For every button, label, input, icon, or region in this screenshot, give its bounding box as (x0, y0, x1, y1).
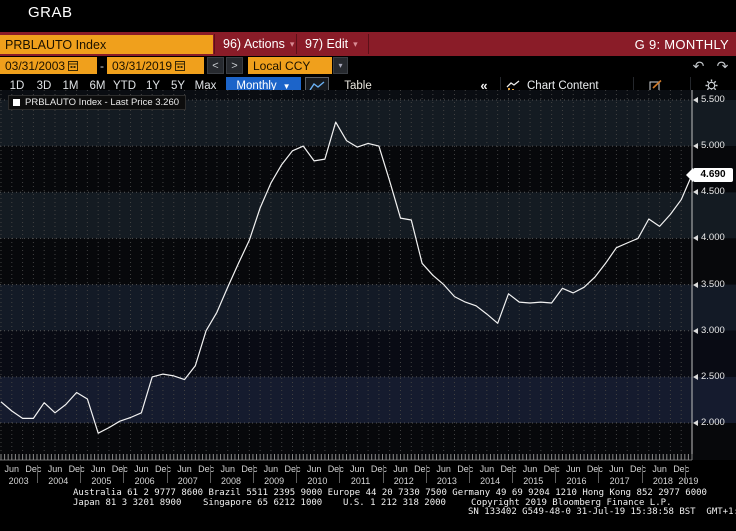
y-axis-label: 4.000 (701, 232, 725, 244)
footer-text: SN 133402 G549-48-0 31-Jul-19 15:38:58 B… (468, 507, 736, 517)
redo-button[interactable]: ↷ (712, 57, 733, 75)
page-function-label: G 9: MONTHLY (634, 36, 729, 52)
calendar-icon[interactable] (68, 60, 79, 71)
currency-caret-button[interactable]: ▾ (333, 57, 348, 74)
x-axis-month-label: Dec (673, 464, 690, 474)
year-boundary-tick (555, 465, 557, 483)
range-back-button[interactable]: < (207, 57, 224, 74)
year-boundary-tick (468, 465, 470, 483)
year-boundary-tick (123, 465, 125, 483)
range-forward-button[interactable]: > (226, 57, 243, 74)
y-axis-label: 3.000 (701, 324, 725, 336)
undo-button[interactable]: ↶ (688, 57, 709, 75)
x-axis-year-label: 2017 (609, 476, 630, 486)
y-axis-label: 3.500 (701, 278, 725, 290)
currency-select[interactable]: Local CCY (248, 57, 332, 74)
x-axis-year-label: 2010 (307, 476, 328, 486)
legend-label: PRBLAUTO Index - Last Price 3.260 (25, 97, 180, 108)
calendar-icon[interactable] (175, 60, 186, 71)
start-date-field[interactable]: 03/31/2003 (0, 57, 97, 74)
x-axis-year-label: 2014 (480, 476, 501, 486)
footer-text: Copyright 2019 Bloomberg Finance L.P. (471, 497, 672, 508)
actions-label: 96) Actions (223, 37, 285, 51)
end-date-field[interactable]: 03/31/2019 (107, 57, 204, 74)
last-price-badge: 4.690 (693, 167, 733, 182)
divider (368, 34, 369, 54)
y-axis-label: 5.500 (701, 94, 725, 105)
divider (296, 34, 297, 54)
y-axis-label: 4.500 (701, 186, 725, 198)
year-boundary-tick (598, 465, 600, 483)
y-axis-label: 2.000 (701, 417, 725, 428)
caret-down-icon: ▾ (338, 61, 343, 70)
y-tick-arrow-icon (693, 327, 698, 334)
x-axis-year-label: 2007 (177, 476, 198, 486)
divider (214, 34, 215, 54)
x-axis-year-label: 2012 (393, 476, 414, 486)
year-boundary-tick (296, 465, 298, 483)
x-axis-year-label: 2016 (566, 476, 587, 486)
year-boundary-tick (252, 465, 254, 483)
footer-text: Australia 61 2 9777 8600 Brazil 5511 239… (73, 488, 707, 498)
year-boundary-tick (512, 465, 514, 483)
range-separator: - (100, 59, 104, 73)
x-axis-year-label: 2004 (48, 476, 69, 486)
undo-icon: ↶ (692, 57, 705, 74)
year-boundary-tick (80, 465, 82, 483)
x-axis-year-label: 2006 (134, 476, 155, 486)
y-tick-arrow-icon (693, 281, 698, 288)
edit-label: 97) Edit (305, 37, 349, 51)
y-tick-arrow-icon (693, 189, 698, 196)
y-tick-arrow-icon (693, 235, 698, 242)
y-axis-label: 5.000 (701, 140, 725, 152)
edit-menu[interactable]: 97) Edit ▾ (305, 32, 358, 56)
year-boundary-tick (641, 465, 643, 483)
caret-down-icon: ▾ (289, 38, 295, 49)
security-ticker-field[interactable]: PRBLAUTO Index (0, 35, 213, 54)
currency-value: Local CCY (253, 58, 311, 73)
year-boundary-tick (339, 465, 341, 483)
caret-down-icon: ▾ (353, 38, 358, 49)
footer-text: Japan 81 3 3201 8900 (73, 497, 182, 508)
legend[interactable]: PRBLAUTO Index - Last Price 3.260 (8, 95, 187, 110)
y-tick-arrow-icon (693, 97, 698, 103)
y-tick-arrow-icon (693, 420, 698, 426)
y-tick-arrow-icon (693, 143, 698, 150)
year-boundary-tick (166, 465, 168, 483)
date-range-bar: 03/31/2003 - 03/31/2019 < > Local CCY ▾ … (0, 56, 736, 76)
x-axis-year-label: 2009 (264, 476, 285, 486)
start-date-value: 03/31/2003 (5, 58, 66, 73)
actions-menu[interactable]: 96) Actions ▾ (223, 32, 294, 56)
footer-text: Singapore 65 6212 1000 (203, 497, 323, 508)
footer-text: U.S. 1 212 318 2000 (343, 497, 446, 508)
x-axis-year-label: 2003 (8, 476, 29, 486)
y-tick-arrow-icon (693, 373, 698, 380)
x-axis-year-label: 2015 (523, 476, 544, 486)
redo-icon: ↷ (716, 57, 729, 74)
last-price-arrow-icon (686, 167, 693, 182)
year-boundary-tick (425, 465, 427, 483)
x-axis-year-label: 2008 (220, 476, 241, 486)
year-boundary-tick (684, 465, 686, 483)
command-text: GRAB (28, 4, 73, 21)
year-boundary-tick (209, 465, 211, 483)
x-axis-year-label: 2011 (350, 476, 371, 486)
x-axis-year-label: 2013 (436, 476, 457, 486)
title-bar: GRAB (0, 0, 736, 30)
chart-plot-area[interactable] (0, 90, 736, 488)
end-date-value: 03/31/2019 (112, 58, 173, 73)
chart-area[interactable]: PRBLAUTO Index - Last Price 3.260 5.500 5… (0, 90, 736, 488)
x-axis-year-label: 2005 (91, 476, 112, 486)
year-boundary-tick (382, 465, 384, 483)
series-swatch-icon (13, 99, 20, 106)
security-bar: PRBLAUTO Index 96) Actions ▾ 97) Edit ▾ … (0, 32, 736, 56)
year-boundary-tick (37, 465, 38, 483)
y-axis-label: 2.500 (701, 370, 725, 382)
bloomberg-footer: Australia 61 2 9777 8600 Brazil 5511 239… (0, 488, 736, 518)
x-axis-year-label: 2019 (678, 476, 699, 486)
